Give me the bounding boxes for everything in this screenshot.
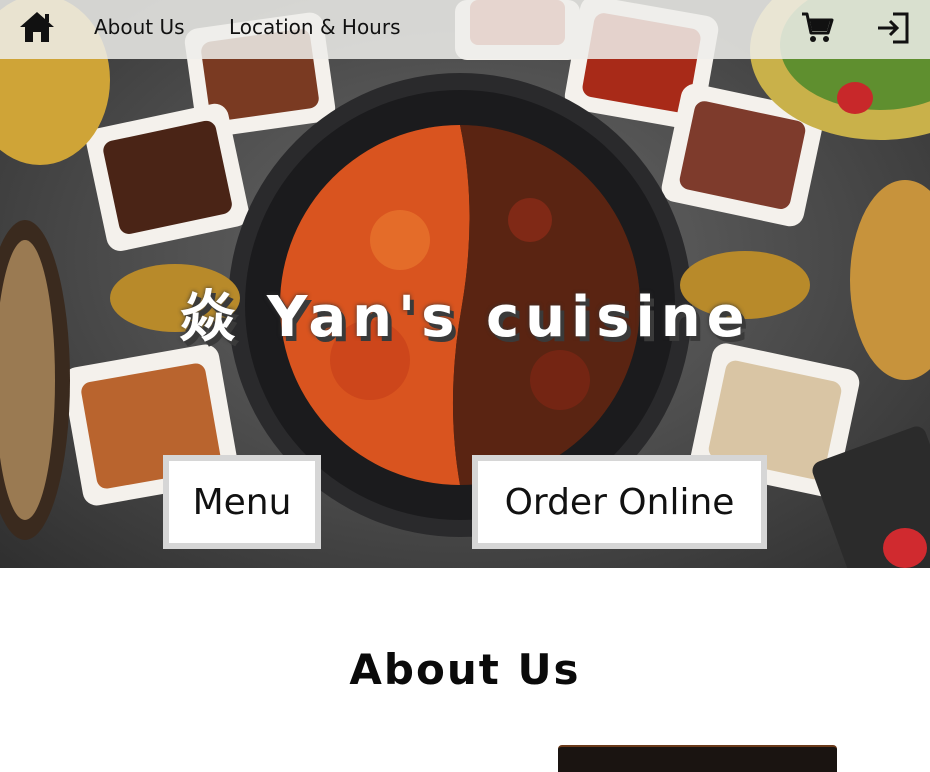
menu-button[interactable]: Menu xyxy=(163,455,321,549)
order-online-button[interactable]: Order Online xyxy=(472,455,767,549)
top-navbar: About Us Location & Hours xyxy=(0,0,930,59)
cart-icon[interactable] xyxy=(800,11,834,45)
home-icon[interactable] xyxy=(18,10,56,44)
nav-location-hours[interactable]: Location & Hours xyxy=(229,15,401,39)
brand-title: 焱 Yan's cuisine xyxy=(179,285,751,350)
about-photo xyxy=(558,745,837,772)
login-icon[interactable] xyxy=(875,11,911,45)
nav-about-us[interactable]: About Us xyxy=(94,15,185,39)
about-us-heading: About Us xyxy=(349,645,581,694)
